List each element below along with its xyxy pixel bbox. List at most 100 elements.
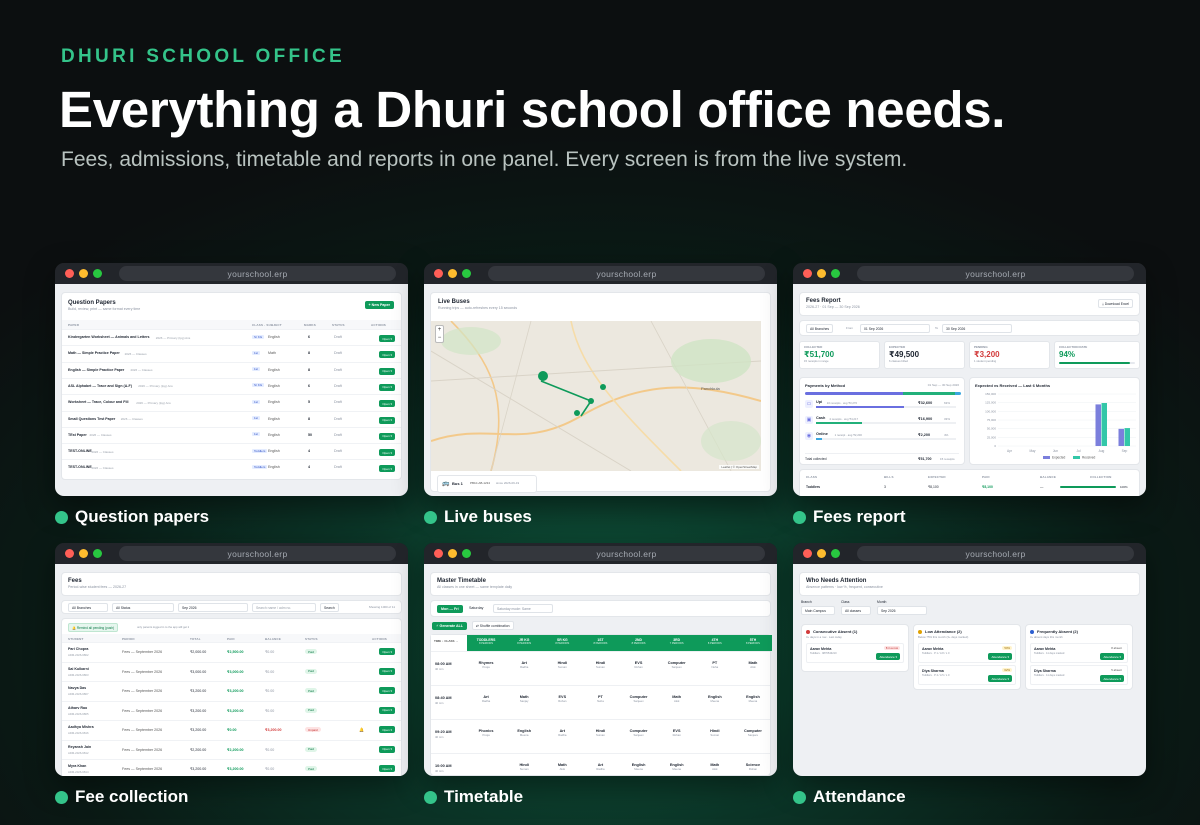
- status-badge: Paid: [305, 688, 318, 693]
- map-attribution[interactable]: Leaflet | © OpenStreetMap: [719, 465, 759, 469]
- branch-select[interactable]: Main Campus: [801, 606, 835, 615]
- bell-icon[interactable]: 🔔: [359, 727, 364, 732]
- search-button[interactable]: Search: [320, 603, 339, 612]
- period-cell[interactable]: EVS Rohan: [543, 695, 581, 703]
- period-cell[interactable]: Hindi Suman: [581, 661, 619, 669]
- remind-all-button[interactable]: 🔔 Remind all pending (push): [68, 623, 119, 632]
- period-cell[interactable]: Math Alok: [734, 661, 772, 669]
- page-title: Question Papers: [68, 300, 116, 306]
- open-button[interactable]: Open ▾: [379, 416, 395, 424]
- period-cell[interactable]: Art Radha: [505, 661, 543, 669]
- period-cell[interactable]: Math Sanjay: [505, 695, 543, 703]
- attendance-button[interactable]: Attendance ▾: [1100, 653, 1124, 660]
- search-input[interactable]: Search name / adm no.: [252, 603, 316, 612]
- period-cell[interactable]: English Meena: [658, 763, 696, 771]
- attendance-button[interactable]: Attendance ▾: [988, 653, 1012, 660]
- class-column-header: 2ND 8 PERIODS: [619, 635, 658, 651]
- month-select[interactable]: Sep 2026: [877, 606, 927, 615]
- bus-list-item[interactable]: 🚌 Bus 1 PB10-AB-1234 since 2026-09-19: [437, 475, 537, 493]
- expected-vs-received-chart: Expected vs Received — Last 6 Months 150…: [969, 377, 1140, 465]
- page-title: Fees: [68, 578, 82, 584]
- open-button[interactable]: Open ▾: [379, 400, 395, 408]
- period-cell[interactable]: Hindi Suman: [505, 763, 543, 771]
- methods-range: 01 Sep — 30 Sep 2026: [927, 383, 959, 387]
- open-button[interactable]: Open ▾: [379, 432, 395, 440]
- period-cell[interactable]: Art Radha: [581, 763, 619, 771]
- attendance-button[interactable]: Attendance ▾: [1100, 675, 1124, 682]
- teacher: Sanjeev: [671, 665, 682, 669]
- new-paper-button[interactable]: + New Paper: [364, 301, 394, 309]
- open-button[interactable]: Open ▾: [379, 449, 395, 457]
- zoom-out-button[interactable]: −: [436, 334, 443, 342]
- paper-meta: 2026 — Primary (Ipg) Ans: [155, 335, 191, 340]
- class-select[interactable]: All classes: [841, 606, 871, 615]
- period-cell[interactable]: Math Alok: [543, 763, 581, 771]
- branch-select[interactable]: All Branches: [68, 603, 108, 612]
- open-button[interactable]: Open ▾: [379, 745, 395, 753]
- total: ₹3,000.00: [190, 669, 207, 674]
- open-button[interactable]: Open ▾: [379, 648, 395, 655]
- status-select[interactable]: All Status: [112, 603, 174, 612]
- period-cell[interactable]: English Meena: [696, 695, 734, 703]
- to-date-input[interactable]: 30 Sep 2026: [942, 324, 1012, 333]
- period-cell[interactable]: Math Alok: [658, 695, 696, 703]
- admission-no: ADM-2026-9805: [68, 711, 89, 716]
- period-cell[interactable]: Hindi Suman: [543, 661, 581, 669]
- month-input[interactable]: Sep 2026: [178, 603, 248, 612]
- period-cell[interactable]: Art Radha: [543, 729, 581, 737]
- period-cell[interactable]: Rhymes Pooja: [467, 661, 505, 669]
- saturday-mode-select[interactable]: Saturday mode: Same: [493, 604, 553, 613]
- download-excel-button[interactable]: ⤓ Download Excel: [1098, 299, 1133, 308]
- period-cell[interactable]: Computer Sanjeev: [620, 695, 658, 703]
- open-button[interactable]: Open ▾: [379, 667, 395, 675]
- period-cell[interactable]: PT Neha: [581, 695, 619, 703]
- period-cell[interactable]: Math Alok: [696, 763, 734, 771]
- open-button[interactable]: Open ▾: [379, 351, 395, 359]
- admission-no: ADM-2026-9812: [68, 750, 89, 755]
- period-cell[interactable]: EVS Rohan: [620, 661, 658, 669]
- open-button[interactable]: Open ▾: [379, 465, 395, 473]
- status: Draft: [334, 449, 342, 454]
- attendance-button[interactable]: Attendance ▾: [988, 675, 1012, 682]
- period-cell[interactable]: EVS Rohan: [658, 729, 696, 737]
- from-date-input[interactable]: 01 Sep 2026: [860, 324, 930, 333]
- tab-mon-fri[interactable]: Mon — Fri: [437, 605, 463, 613]
- generate-all-button[interactable]: ⚡ Generate ALL: [432, 622, 467, 630]
- map[interactable]: + − Panchkula Leaflet | © OpenStreetMap: [431, 321, 761, 471]
- period-cell[interactable]: English Meena: [734, 695, 772, 703]
- class-periods: 8 PERIODS: [631, 642, 646, 645]
- period-cell[interactable]: Computer Sanjeev: [734, 729, 772, 737]
- period-cell[interactable]: Art Radha: [467, 695, 505, 703]
- bus-icon: 🚌: [442, 481, 450, 487]
- question-papers-card: yourschool.erp Question Papers Build, re…: [55, 263, 408, 496]
- period-cell[interactable]: PT Neha: [696, 661, 734, 669]
- period-cell[interactable]: Hindi Suman: [696, 729, 734, 737]
- question-papers-screen: Question Papers Build, review, print — s…: [55, 284, 408, 496]
- tab-saturday[interactable]: Saturday: [469, 606, 483, 610]
- period-cell[interactable]: English Meena: [505, 729, 543, 737]
- period-cell[interactable]: Computer Sanjeev: [658, 661, 696, 669]
- open-button[interactable]: Open ▾: [379, 765, 395, 772]
- status: Draft: [334, 383, 342, 388]
- branch-select[interactable]: All Branches: [806, 324, 834, 333]
- period-cell[interactable]: Science Rohan: [734, 763, 772, 771]
- shuffle-button[interactable]: ⇄ Shuffle combination: [472, 621, 514, 630]
- open-button[interactable]: Open ▾: [379, 687, 395, 694]
- period-cell[interactable]: Hindi Suman: [581, 729, 619, 737]
- zoom-in-button[interactable]: +: [436, 326, 443, 334]
- kpi-label: COLLECTED: [804, 345, 823, 349]
- table-row: Atharv Rao ADM-2026-9805 Fees — September …: [62, 700, 401, 721]
- buses-panel: Live Buses Running trips — auto-refreshe…: [430, 292, 771, 493]
- period-cell[interactable]: English Meena: [620, 763, 658, 771]
- open-button[interactable]: Open ▾: [379, 335, 395, 342]
- open-button[interactable]: Open ▾: [379, 726, 395, 733]
- open-button[interactable]: Open ▾: [379, 383, 395, 391]
- student-name: Reyansh Jain: [68, 744, 92, 749]
- open-button[interactable]: Open ▾: [379, 367, 395, 375]
- browser-chrome: yourschool.erp: [424, 543, 777, 564]
- period-cell[interactable]: Phonics Pooja: [467, 729, 505, 737]
- open-button[interactable]: Open ▾: [379, 706, 395, 714]
- period-cell[interactable]: Computer Sanjeev: [620, 729, 658, 737]
- caption-timetable: Timetable: [424, 787, 523, 807]
- attendance-button[interactable]: Attendance ▾: [876, 653, 900, 660]
